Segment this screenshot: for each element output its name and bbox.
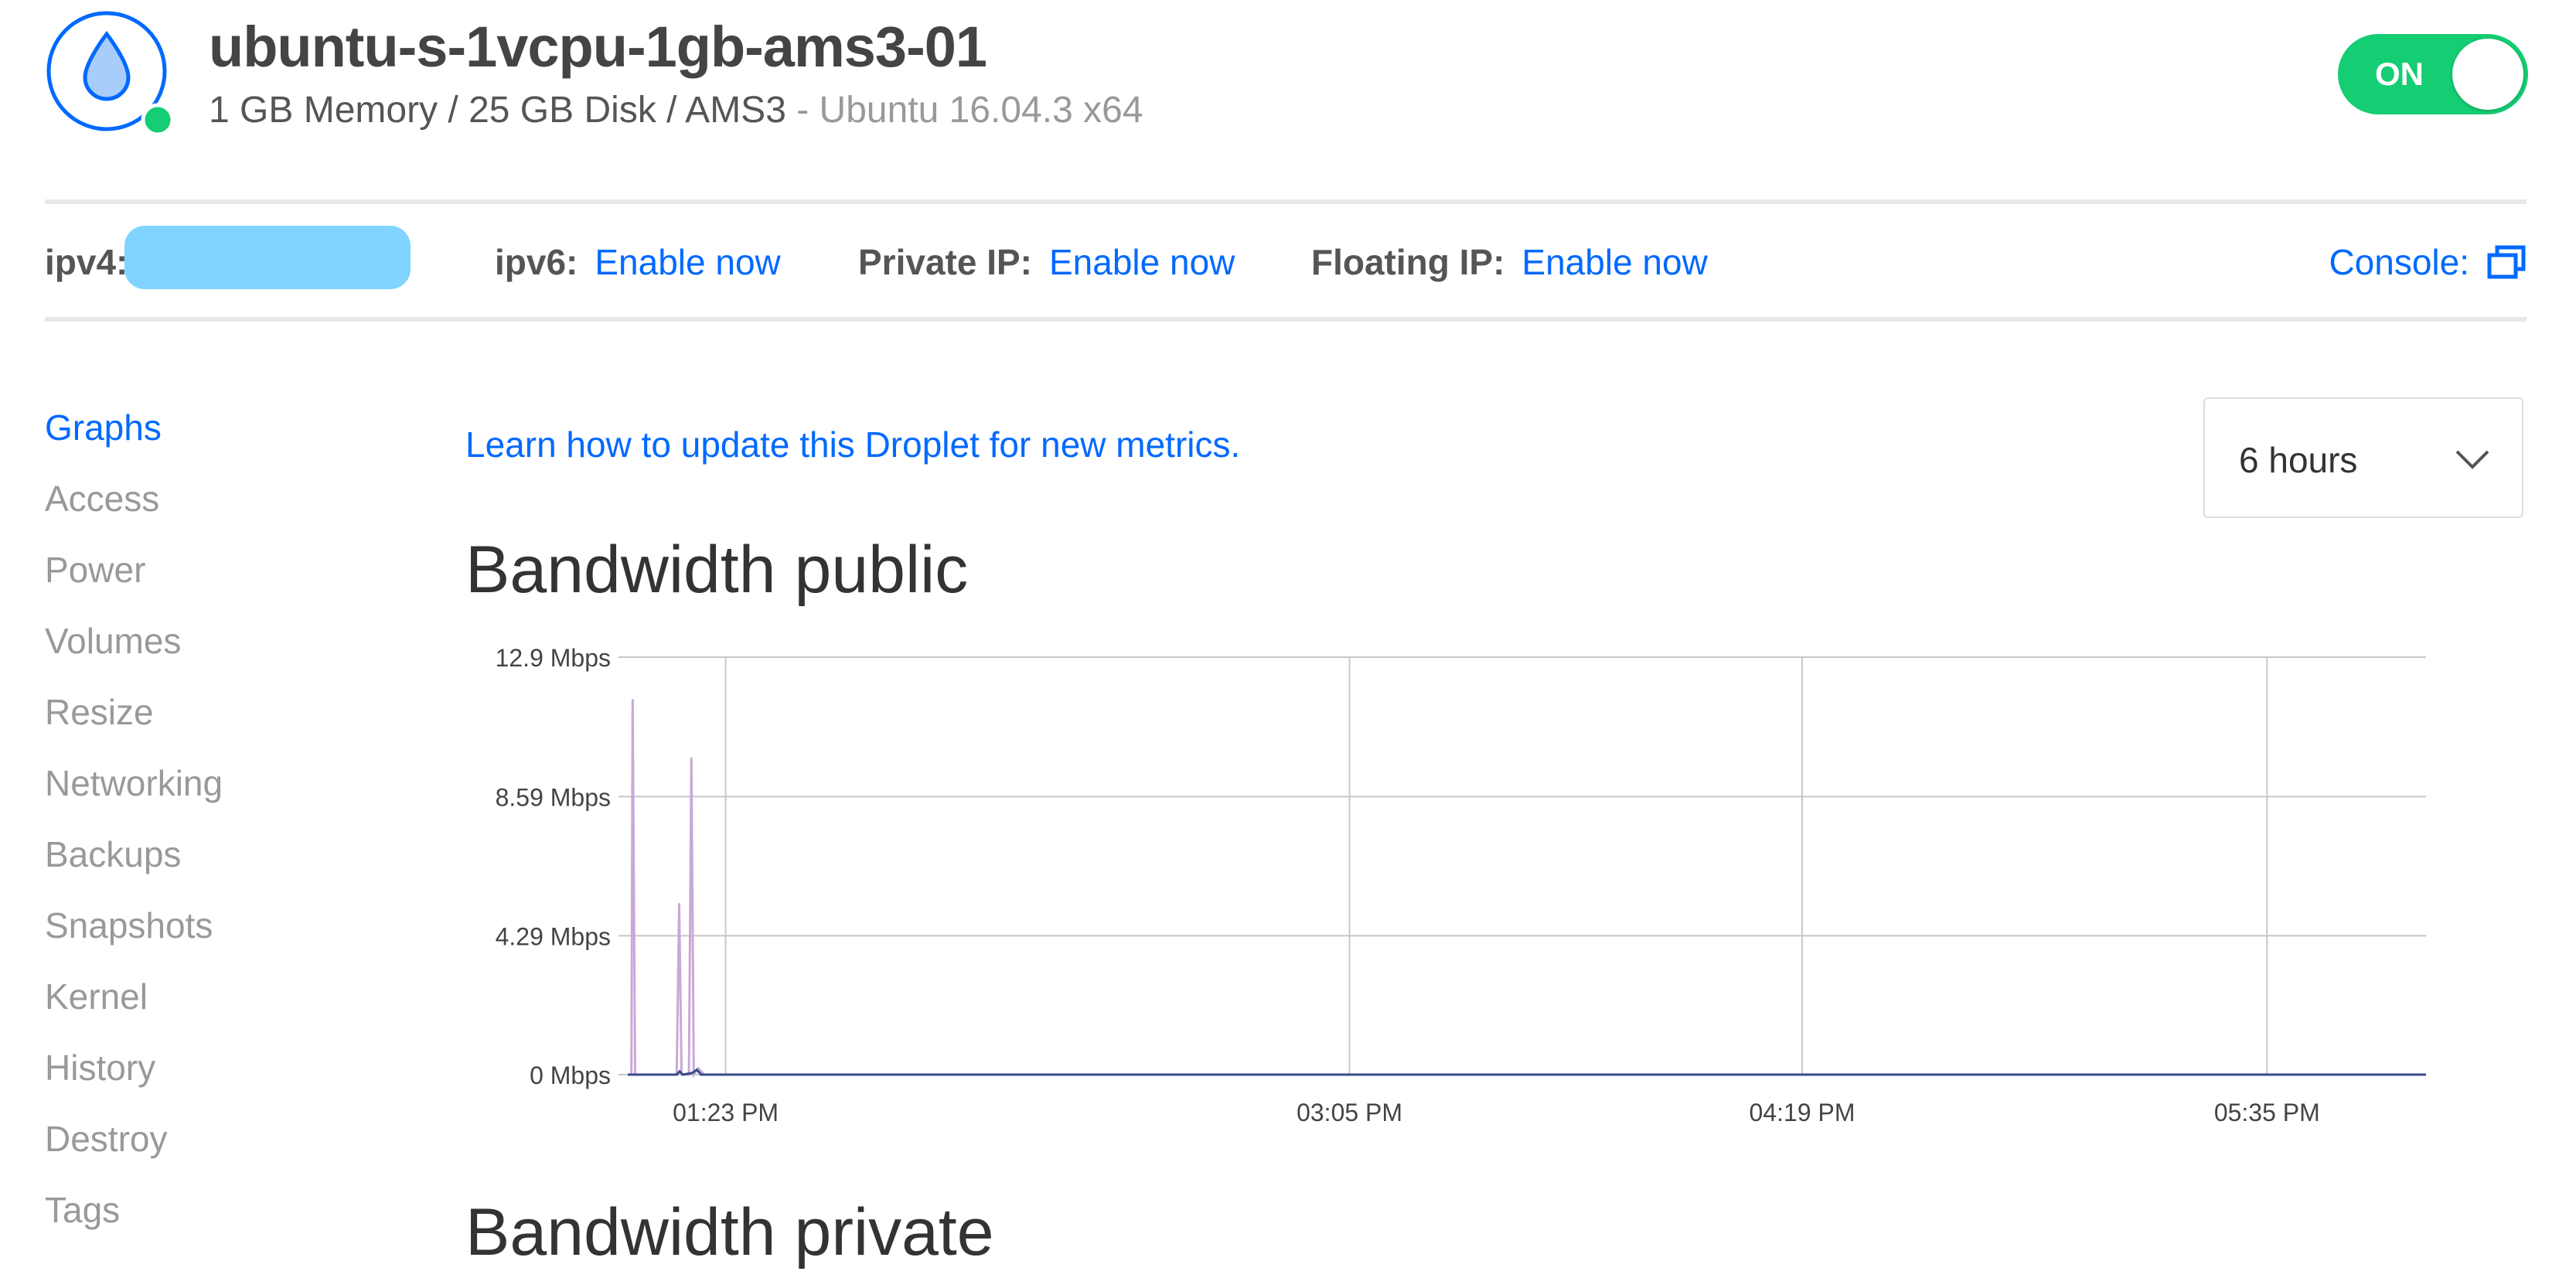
ip-bar: ipv4: ipv6: Enable now Private IP: Enable …	[45, 199, 2527, 322]
sidebar-item-history[interactable]: History	[45, 1047, 155, 1089]
droplet-os: - Ubuntu 16.04.3 x64	[785, 90, 1143, 131]
x-tick-label: 05:35 PM	[2214, 1099, 2320, 1126]
sidebar-item-networking[interactable]: Networking	[45, 762, 223, 804]
ipv6-enable-link[interactable]: Enable now	[595, 242, 780, 282]
ipv4-value-redacted	[124, 226, 411, 289]
y-tick-label: 8.59 Mbps	[496, 783, 611, 811]
ipv4-label: ipv4:	[45, 242, 128, 282]
console-link[interactable]: Console:	[2329, 241, 2527, 283]
sidebar-item-volumes[interactable]: Volumes	[45, 620, 181, 662]
private-ip-label: Private IP:	[858, 242, 1032, 282]
time-range-value: 6 hours	[2239, 440, 2358, 480]
external-window-icon	[2487, 245, 2526, 279]
chevron-down-icon	[2455, 450, 2489, 469]
power-toggle[interactable]: ON	[2338, 34, 2528, 114]
ipv4-item: ipv4:	[45, 241, 128, 283]
sidebar-item-power[interactable]: Power	[45, 549, 145, 591]
x-tick-label: 04:19 PM	[1750, 1099, 1855, 1126]
power-toggle-knob	[2452, 39, 2523, 110]
floating-ip-label: Floating IP:	[1311, 242, 1505, 282]
bandwidth-public-chart: 0 Mbps 4.29 Mbps 8.59 Mbps 12.9 Mbps 01:23 P…	[496, 644, 2426, 1126]
droplet-specs-text: 1 GB Memory / 25 GB Disk / AMS3	[209, 90, 786, 131]
chart-title: Bandwidth public	[465, 533, 969, 607]
y-tick-label: 4.29 Mbps	[496, 922, 611, 950]
sidebar-item-resize[interactable]: Resize	[45, 691, 154, 733]
sidebar-item-tags[interactable]: Tags	[45, 1189, 120, 1231]
status-dot	[141, 103, 175, 137]
private-ip-enable-link[interactable]: Enable now	[1049, 242, 1235, 282]
sidebar-item-graphs[interactable]: Graphs	[45, 407, 162, 448]
series-line-0	[630, 699, 2426, 1078]
sidebar-item-access[interactable]: Access	[45, 478, 159, 520]
ipv6-label: ipv6:	[495, 242, 578, 282]
sidebar-item-snapshots[interactable]: Snapshots	[45, 905, 213, 946]
ipv6-item: ipv6: Enable now	[495, 241, 781, 283]
y-tick-label: 0 Mbps	[530, 1061, 611, 1089]
private-ip-item: Private IP: Enable now	[858, 241, 1235, 283]
y-tick-label: 12.9 Mbps	[496, 644, 611, 672]
sidebar-item-kernel[interactable]: Kernel	[45, 976, 148, 1017]
learn-metrics-link[interactable]: Learn how to update this Droplet for new…	[465, 424, 1240, 465]
sidebar-item-backups[interactable]: Backups	[45, 833, 181, 875]
x-tick-label: 01:23 PM	[673, 1099, 779, 1126]
droplet-specs: 1 GB Memory / 25 GB Disk / AMS3 - Ubuntu…	[209, 89, 1143, 131]
time-range-select[interactable]: 6 hours	[2203, 397, 2523, 518]
sidebar-item-destroy[interactable]: Destroy	[45, 1118, 167, 1160]
series-line-1	[628, 1068, 2426, 1076]
droplet-name: ubuntu-s-1vcpu-1gb-ams3-01	[209, 15, 987, 79]
x-tick-label: 03:05 PM	[1297, 1099, 1402, 1126]
power-toggle-label: ON	[2375, 56, 2424, 92]
floating-ip-enable-link[interactable]: Enable now	[1521, 242, 1707, 282]
droplet-logo-icon	[46, 11, 175, 137]
console-label: Console:	[2329, 242, 2469, 282]
floating-ip-item: Floating IP: Enable now	[1311, 241, 1708, 283]
bandwidth-private-title: Bandwidth private	[465, 1195, 994, 1269]
